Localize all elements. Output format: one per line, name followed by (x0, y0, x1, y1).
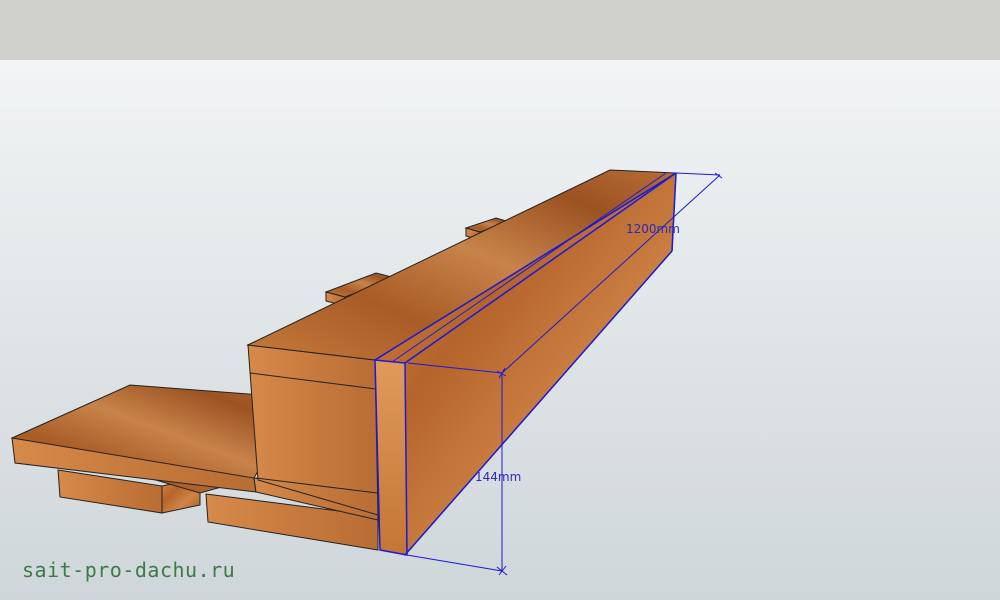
watermark: sait-pro-dachu.ru (22, 558, 236, 582)
model-scene[interactable]: 1200mm 144mm (0, 0, 1000, 600)
dimension-label-height: 144mm (475, 470, 521, 484)
dimension-label-length: 1200mm (626, 222, 680, 236)
